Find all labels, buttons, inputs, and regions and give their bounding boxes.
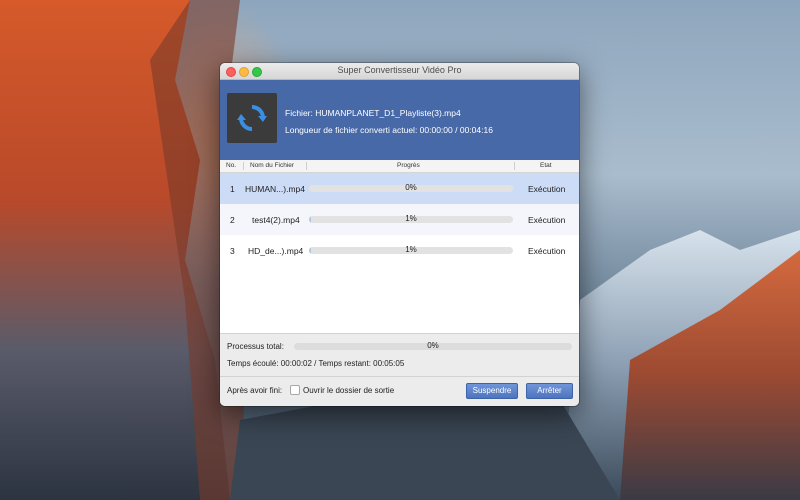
elapsed-remaining-time: Temps écoulé: 00:00:02 / Temps restant: … — [227, 359, 405, 368]
title-bar[interactable]: Super Convertisseur Vidéo Pro — [220, 63, 579, 80]
converted-length-label: Longueur de fichier converti actuel: 00:… — [285, 125, 493, 135]
row-number: 2 — [230, 215, 235, 225]
header-divider — [243, 162, 244, 170]
header-divider — [514, 162, 515, 170]
table-row[interactable]: 3 HD_de...).mp4 1% Exécution — [220, 235, 579, 266]
row-state: Exécution — [528, 184, 566, 194]
row-state: Exécution — [528, 215, 566, 225]
row-number: 3 — [230, 246, 235, 256]
divider — [220, 376, 579, 377]
footer-panel: Processus total: 0% Temps écoulé: 00:00:… — [220, 333, 579, 406]
open-folder-label[interactable]: Ouvrir le dossier de sortie — [303, 386, 394, 395]
row-number: 1 — [230, 184, 235, 194]
header-state: Etat — [540, 162, 552, 169]
row-filename: HD_de...).mp4 — [248, 246, 304, 256]
stop-button[interactable]: Arrêter — [526, 383, 573, 399]
open-folder-checkbox[interactable] — [290, 385, 300, 395]
window-title: Super Convertisseur Vidéo Pro — [337, 65, 462, 75]
file-info-panel: Fichier: HUMANPLANET_D1_Playliste(3).mp4… — [220, 80, 579, 160]
convert-arrows-icon — [237, 105, 267, 131]
row-filename: test4(2).mp4 — [252, 215, 300, 225]
row-state: Exécution — [528, 246, 566, 256]
converter-window: Super Convertisseur Vidéo Pro Fichier: H… — [220, 63, 579, 406]
table-header: No. Nom du Fichier Progrès Etat — [220, 160, 579, 173]
header-no: No. — [226, 162, 237, 169]
total-progress-label: Processus total: — [227, 342, 284, 351]
file-thumbnail — [227, 93, 277, 143]
header-progress: Progrès — [397, 162, 420, 169]
row-progress-label: 0% — [405, 183, 417, 192]
conversion-list: No. Nom du Fichier Progrès Etat 1 HUMAN.… — [220, 160, 579, 333]
table-row[interactable]: 2 test4(2).mp4 1% Exécution — [220, 204, 579, 235]
header-divider — [306, 162, 307, 170]
header-name: Nom du Fichier — [250, 162, 295, 169]
table-row[interactable]: 1 HUMAN...).mp4 0% Exécution — [220, 173, 579, 204]
total-progress-percent: 0% — [427, 341, 439, 350]
suspend-button[interactable]: Suspendre — [466, 383, 518, 399]
row-progress-label: 1% — [405, 214, 417, 223]
after-finish-label: Après avoir fini: — [227, 386, 283, 395]
row-filename: HUMAN...).mp4 — [245, 184, 305, 194]
current-file-label: Fichier: HUMANPLANET_D1_Playliste(3).mp4 — [285, 108, 461, 118]
row-progress-label: 1% — [405, 245, 417, 254]
